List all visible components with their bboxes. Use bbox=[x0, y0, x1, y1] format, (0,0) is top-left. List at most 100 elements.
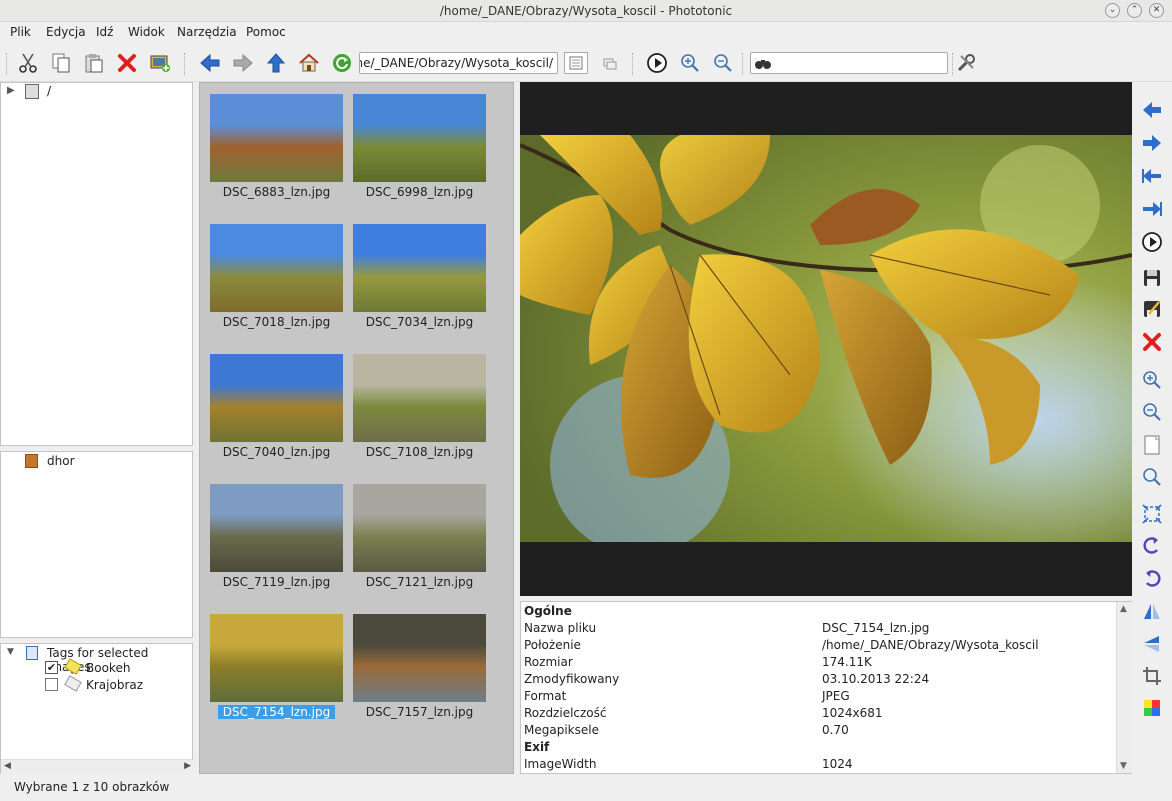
info-value: 1024x681 bbox=[822, 706, 883, 720]
thumbnail-image[interactable] bbox=[353, 484, 486, 572]
info-vertical-scrollbar[interactable]: ▲ ▼ bbox=[1116, 602, 1132, 773]
maximize-icon[interactable]: ⌃ bbox=[1127, 3, 1142, 18]
info-value: /home/_DANE/Obrazy/Wysota_koscil bbox=[822, 638, 1039, 652]
scroll-right-icon[interactable]: ▶ bbox=[184, 761, 191, 771]
info-value: 0.70 bbox=[822, 723, 849, 737]
thumbnail-label[interactable]: DSC_7121_lzn.jpg bbox=[353, 575, 486, 589]
menu-narzedzia[interactable]: Narzędzia bbox=[177, 25, 237, 39]
path-input[interactable]: /home/_DANE/Obrazy/Wysota_koscil bbox=[359, 52, 558, 74]
original-size-icon[interactable] bbox=[1140, 465, 1164, 489]
paste-icon[interactable] bbox=[82, 51, 106, 75]
thumbnail-image[interactable] bbox=[353, 614, 486, 702]
fit-to-window-icon[interactable] bbox=[1140, 502, 1164, 526]
scroll-up-icon[interactable]: ▲ bbox=[1120, 604, 1127, 614]
tree-root-label[interactable]: / bbox=[47, 84, 51, 98]
thumbnail-label[interactable]: DSC_6883_lzn.jpg bbox=[210, 185, 343, 199]
info-label: Rozmiar bbox=[524, 655, 573, 669]
last-image-icon[interactable] bbox=[1140, 197, 1164, 221]
menu-pomoc[interactable]: Pomoc bbox=[246, 25, 286, 39]
menu-plik[interactable]: Plik bbox=[10, 25, 31, 39]
info-value: 1024 bbox=[822, 757, 853, 771]
info-label: Nazwa pliku bbox=[524, 621, 597, 635]
tag-checkbox-bookeh[interactable]: ✔ bbox=[45, 661, 58, 674]
menu-widok[interactable]: Widok bbox=[128, 25, 165, 39]
zoom-in-icon[interactable] bbox=[678, 51, 702, 75]
flip-horizontal-icon[interactable] bbox=[1140, 600, 1164, 624]
status-text: Wybrane 1 z 10 obrazków bbox=[14, 780, 170, 794]
main-toolbar: /home/_DANE/Obrazy/Wysota_koscil bbox=[0, 44, 1172, 82]
previous-image-icon[interactable] bbox=[1140, 98, 1164, 122]
menu-idz[interactable]: Idź bbox=[96, 25, 113, 39]
thumbnail-image[interactable] bbox=[210, 94, 343, 182]
slideshow-icon[interactable] bbox=[1140, 230, 1164, 254]
refresh-icon[interactable] bbox=[330, 51, 354, 75]
flip-vertical-icon[interactable] bbox=[1140, 632, 1164, 656]
thumbnail-label[interactable]: DSC_7018_lzn.jpg bbox=[210, 315, 343, 329]
thumbnail-view-icon[interactable] bbox=[564, 52, 588, 74]
save-as-icon[interactable] bbox=[1140, 297, 1164, 321]
search-input[interactable] bbox=[750, 52, 948, 74]
delete-icon[interactable] bbox=[1140, 330, 1164, 354]
copy-icon[interactable] bbox=[49, 51, 73, 75]
info-label: Zmodyfikowany bbox=[524, 672, 620, 686]
settings-tools-icon[interactable] bbox=[954, 51, 978, 75]
thumbnail-filename: DSC_7108_lzn.jpg bbox=[365, 445, 474, 459]
info-label: Rozdzielczość bbox=[524, 706, 607, 720]
zoom-out-icon[interactable] bbox=[711, 51, 735, 75]
close-window-icon[interactable]: ✕ bbox=[1149, 3, 1164, 18]
thumbnail-image[interactable] bbox=[353, 224, 486, 312]
thumbnail-label[interactable]: DSC_7108_lzn.jpg bbox=[353, 445, 486, 459]
thumbnail-label[interactable]: DSC_7157_lzn.jpg bbox=[353, 705, 486, 719]
main-image bbox=[520, 135, 1132, 542]
tags-panel: ▼ Tags for selected images ✔ Bookeh Kraj… bbox=[0, 643, 194, 774]
scroll-left-icon[interactable]: ◀ bbox=[4, 761, 11, 771]
image-viewer[interactable] bbox=[520, 82, 1132, 596]
tag-icon bbox=[64, 675, 82, 692]
slideshow-icon[interactable] bbox=[645, 51, 669, 75]
horizontal-scrollbar[interactable]: ◀ ▶ bbox=[1, 759, 194, 774]
color-adjust-icon[interactable] bbox=[1140, 696, 1164, 720]
minimize-icon[interactable]: ⌄ bbox=[1105, 3, 1120, 18]
thumbnail-label[interactable]: DSC_7040_lzn.jpg bbox=[210, 445, 343, 459]
tag-checkbox-krajobraz[interactable] bbox=[45, 678, 58, 691]
menu-edycja[interactable]: Edycja bbox=[46, 25, 86, 39]
thumbnail-image[interactable] bbox=[210, 614, 343, 702]
back-arrow-icon[interactable] bbox=[198, 51, 222, 75]
thumbnail-label[interactable]: DSC_6998_lzn.jpg bbox=[353, 185, 486, 199]
thumbnail-image[interactable] bbox=[353, 354, 486, 442]
save-icon[interactable] bbox=[1140, 266, 1164, 290]
filter-icon[interactable] bbox=[598, 51, 622, 75]
rotate-left-icon[interactable] bbox=[1140, 534, 1164, 558]
thumbnail-image[interactable] bbox=[210, 354, 343, 442]
tag-label-bookeh: Bookeh bbox=[86, 661, 131, 675]
thumbnail-image[interactable] bbox=[353, 94, 486, 182]
first-image-icon[interactable] bbox=[1140, 164, 1164, 188]
forward-arrow-icon[interactable] bbox=[231, 51, 255, 75]
add-image-icon[interactable] bbox=[148, 51, 172, 75]
next-image-icon[interactable] bbox=[1140, 131, 1164, 155]
bookmark-item-dhor[interactable]: dhor bbox=[47, 454, 75, 468]
home-icon[interactable] bbox=[297, 51, 321, 75]
window-title: /home/_DANE/Obrazy/Wysota_koscil - Photo… bbox=[439, 4, 733, 18]
thumbnail-grid: DSC_6883_lzn.jpg DSC_6998_lzn.jpg DSC_7018… bbox=[199, 82, 514, 774]
zoom-in-icon[interactable] bbox=[1140, 368, 1164, 392]
up-arrow-icon[interactable] bbox=[264, 51, 288, 75]
thumbnail-label[interactable]: DSC_7119_lzn.jpg bbox=[210, 575, 343, 589]
drive-icon bbox=[25, 84, 39, 99]
thumbnail-label[interactable]: DSC_7034_lzn.jpg bbox=[353, 315, 486, 329]
delete-icon[interactable] bbox=[115, 51, 139, 75]
rotate-right-icon[interactable] bbox=[1140, 567, 1164, 591]
expand-arrow-icon[interactable]: ▶ bbox=[7, 85, 15, 96]
cut-icon[interactable] bbox=[16, 51, 40, 75]
scroll-down-icon[interactable]: ▼ bbox=[1120, 761, 1127, 771]
crop-icon[interactable] bbox=[1140, 664, 1164, 688]
collapse-arrow-icon[interactable]: ▼ bbox=[7, 647, 14, 657]
thumbnail-image[interactable] bbox=[210, 224, 343, 312]
thumbnail-image[interactable] bbox=[210, 484, 343, 572]
tag-list-icon bbox=[26, 646, 38, 660]
title-bar: /home/_DANE/Obrazy/Wysota_koscil - Photo… bbox=[0, 0, 1172, 22]
image-info-panel: Ogólne Nazwa pliku DSC_7154_lzn.jpg Położen… bbox=[520, 601, 1132, 774]
reset-zoom-icon[interactable] bbox=[1140, 433, 1164, 457]
zoom-out-icon[interactable] bbox=[1140, 400, 1164, 424]
thumbnail-label[interactable]: DSC_7154_lzn.jpg bbox=[210, 705, 343, 719]
